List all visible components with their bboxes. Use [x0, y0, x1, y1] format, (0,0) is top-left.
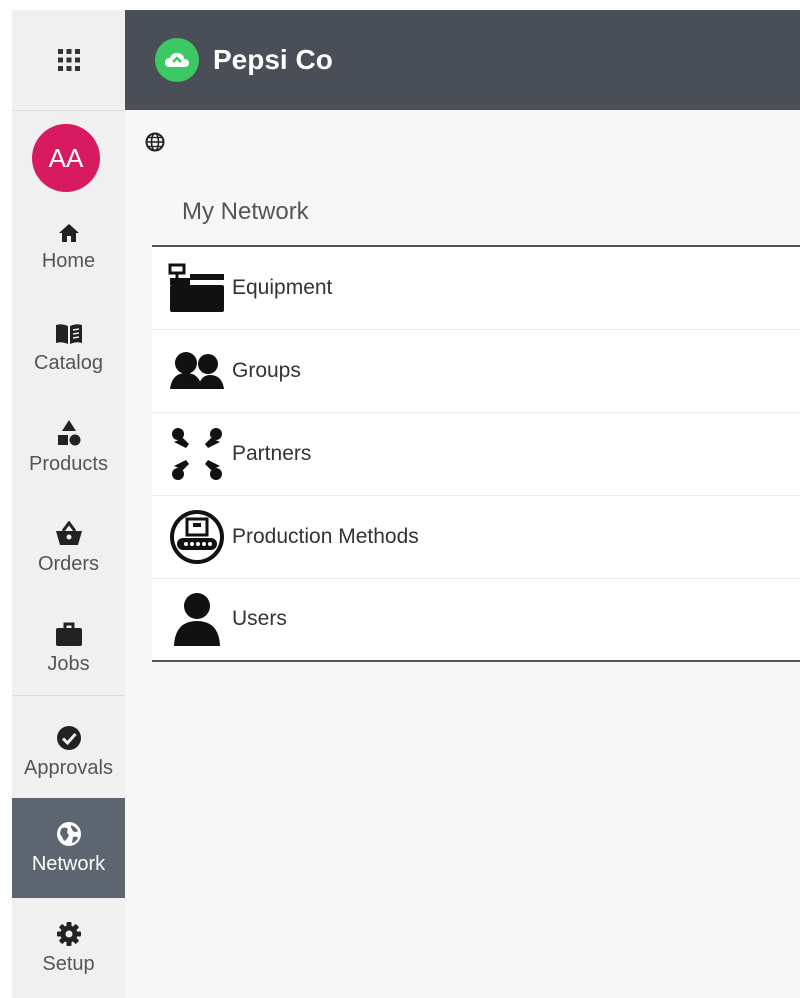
sidebar-item-label: Network: [31, 852, 106, 875]
sidebar-item-label: Products: [29, 452, 108, 475]
panel-title: My Network: [182, 197, 309, 225]
avatar-initials: AA: [48, 142, 84, 173]
sidebar-item-label: Home: [41, 249, 96, 272]
network-row-equipment[interactable]: Equipment: [152, 247, 800, 330]
divider: [12, 110, 125, 111]
sidebar: AA Home Catalog Products Orders Jobs App…: [12, 10, 125, 998]
sidebar-item-label: Approvals: [24, 756, 113, 779]
sidebar-item-label: Setup: [42, 952, 95, 975]
network-row-groups[interactable]: Groups: [152, 330, 800, 413]
main-content: My Network Equipment Groups Partners Pro…: [125, 110, 800, 998]
sidebar-item-label: Jobs: [47, 652, 90, 675]
network-row-users[interactable]: Users: [152, 578, 800, 660]
grid-icon: [57, 49, 80, 71]
book-icon: [54, 320, 84, 346]
check-circle-icon: [56, 725, 82, 751]
network-row-partners[interactable]: Partners: [152, 413, 800, 496]
sidebar-item-products[interactable]: Products: [12, 398, 125, 498]
briefcase-icon: [55, 621, 83, 647]
avatar[interactable]: AA: [32, 124, 100, 192]
sidebar-item-label: Catalog: [34, 351, 103, 374]
groups-icon: [166, 340, 228, 402]
panel-header: My Network: [152, 178, 800, 247]
row-label: Groups: [232, 359, 301, 382]
sidebar-item-catalog[interactable]: Catalog: [12, 297, 125, 397]
partners-icon: [166, 423, 228, 485]
basket-icon: [55, 520, 83, 547]
globe-icon: [56, 821, 82, 847]
app-grid-button[interactable]: [12, 10, 125, 110]
globe-icon[interactable]: [145, 132, 165, 152]
divider: [12, 695, 125, 696]
home-icon: [58, 218, 80, 244]
network-row-production-methods[interactable]: Production Methods: [152, 496, 800, 579]
row-label: Users: [232, 607, 287, 630]
production-methods-icon: [166, 506, 228, 568]
sidebar-item-label: Orders: [37, 552, 100, 575]
user-icon: [166, 588, 228, 650]
equipment-icon: [166, 257, 228, 319]
shapes-icon: [56, 419, 82, 447]
app-header: Pepsi Co: [125, 10, 800, 110]
row-label: Production Methods: [232, 525, 419, 548]
my-network-panel: My Network Equipment Groups Partners Pro…: [152, 178, 800, 662]
sidebar-item-home[interactable]: Home: [12, 195, 125, 295]
gear-icon: [56, 921, 82, 947]
sidebar-item-approvals[interactable]: Approvals: [12, 702, 125, 802]
sidebar-item-network[interactable]: Network: [12, 798, 125, 898]
row-label: Partners: [232, 442, 312, 465]
cloud-logo-icon: [155, 38, 199, 82]
row-label: Equipment: [232, 276, 333, 299]
sidebar-item-setup[interactable]: Setup: [12, 898, 125, 998]
brand-name: Pepsi Co: [213, 44, 333, 75]
sidebar-item-jobs[interactable]: Jobs: [12, 598, 125, 698]
sidebar-item-orders[interactable]: Orders: [12, 498, 125, 598]
